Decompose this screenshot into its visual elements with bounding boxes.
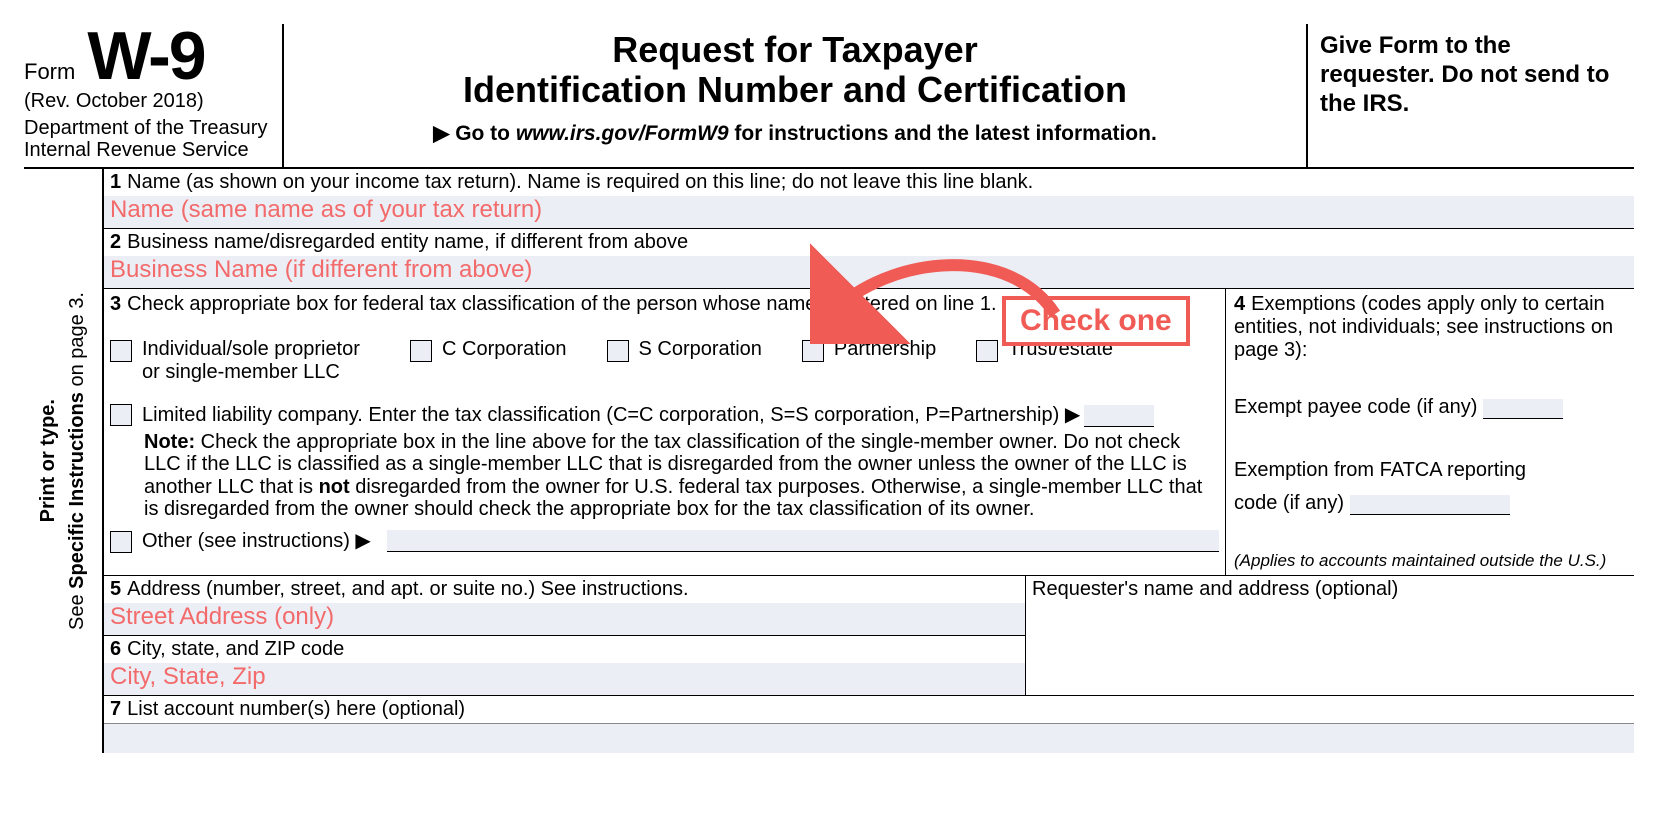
goto-suffix: for instructions and the latest informat… bbox=[729, 122, 1157, 145]
checkbox-scorp[interactable] bbox=[607, 340, 629, 362]
checkbox-llc-wrap[interactable]: Limited liability company. Enter the tax… bbox=[110, 402, 1219, 427]
line6-input[interactable]: City, State, Zip bbox=[104, 663, 1025, 695]
address-left: 5 Address (number, street, and apt. or su… bbox=[104, 576, 1026, 695]
section-4: 4Exemptions (codes apply only to certain… bbox=[1226, 289, 1634, 575]
checkbox-scorp-label: S Corporation bbox=[639, 338, 762, 361]
line2-num: 2 bbox=[110, 231, 121, 253]
applies-note: (Applies to accounts maintained outside … bbox=[1234, 551, 1628, 571]
title-line1: Request for Taxpayer bbox=[294, 30, 1296, 70]
exempt-payee-label: Exempt payee code (if any) bbox=[1234, 396, 1477, 418]
line1-num: 1 bbox=[110, 171, 121, 193]
header-left: Form W-9 (Rev. October 2018) Department … bbox=[24, 24, 284, 167]
line6-num: 6 bbox=[110, 638, 121, 660]
address-section: 5 Address (number, street, and apt. or su… bbox=[104, 576, 1634, 696]
form-word: Form bbox=[24, 59, 75, 85]
requester-box[interactable]: Requester's name and address (optional) bbox=[1026, 576, 1634, 695]
department: Department of the Treasury Internal Reve… bbox=[24, 117, 282, 161]
checkbox-scorp-wrap[interactable]: S Corporation bbox=[607, 338, 762, 384]
llc-classification-input[interactable] bbox=[1084, 405, 1154, 427]
line5-num: 5 bbox=[110, 578, 121, 600]
checkbox-other-label: Other (see instructions) ▶ bbox=[142, 528, 371, 553]
fatca-input[interactable] bbox=[1350, 495, 1510, 515]
fatca-label2: code (if any) bbox=[1234, 492, 1344, 514]
checkbox-ccorp-label: C Corporation bbox=[442, 338, 567, 361]
header-mid: Request for Taxpayer Identification Numb… bbox=[284, 24, 1308, 167]
revision: (Rev. October 2018) bbox=[24, 90, 282, 113]
line6-label: City, state, and ZIP code bbox=[127, 638, 344, 660]
side-print-type: Print or type. bbox=[37, 399, 60, 522]
line1-label: Name (as shown on your income tax return… bbox=[127, 171, 1033, 193]
line3-num: 3 bbox=[110, 293, 121, 315]
line2-label: Business name/disregarded entity name, i… bbox=[127, 231, 688, 253]
checkbox-ccorp-wrap[interactable]: C Corporation bbox=[410, 338, 567, 384]
checkbox-individual[interactable] bbox=[110, 340, 132, 362]
title-line2: Identification Number and Certification bbox=[294, 70, 1296, 110]
checkbox-llc[interactable] bbox=[110, 404, 132, 426]
line7-label: List account number(s) here (optional) bbox=[127, 698, 465, 720]
fatca-label1: Exemption from FATCA reporting bbox=[1234, 459, 1526, 481]
checkbox-ccorp[interactable] bbox=[410, 340, 432, 362]
line4-num: 4 bbox=[1234, 293, 1245, 315]
line4-label: Exemptions (codes apply only to certain … bbox=[1234, 293, 1613, 361]
exempt-payee-input[interactable] bbox=[1483, 399, 1563, 419]
w9-form: Form W-9 (Rev. October 2018) Department … bbox=[24, 24, 1634, 753]
llc-note: Note: Check the appropriate box in the l… bbox=[110, 431, 1219, 521]
arrow-icon bbox=[810, 234, 1070, 344]
line1-input[interactable]: Name (same name as of your tax return) bbox=[104, 196, 1634, 229]
checkbox-llc-label: Limited liability company. Enter the tax… bbox=[142, 404, 1080, 426]
goto-url: www.irs.gov/FormW9 bbox=[516, 122, 729, 145]
note-not: not bbox=[319, 476, 350, 498]
checkbox-other-wrap[interactable]: Other (see instructions) ▶ bbox=[110, 528, 1219, 553]
line5-label: Address (number, street, and apt. or sui… bbox=[127, 578, 688, 600]
checkbox-other[interactable] bbox=[110, 531, 132, 553]
side-column: Print or type. See Specific Instructions… bbox=[24, 169, 102, 753]
line5-input[interactable]: Street Address (only) bbox=[104, 603, 1025, 636]
checkbox-partnership-wrap[interactable]: Partnership bbox=[802, 338, 936, 384]
line1-label-row: 1 Name (as shown on your income tax retur… bbox=[104, 169, 1634, 196]
header-row: Form W-9 (Rev. October 2018) Department … bbox=[24, 24, 1634, 169]
goto-prefix: ▶ Go to bbox=[433, 122, 516, 145]
form-code: W-9 bbox=[87, 28, 204, 86]
goto-line: ▶ Go to www.irs.gov/FormW9 for instructi… bbox=[294, 121, 1296, 146]
line7-num: 7 bbox=[110, 698, 121, 720]
note-bold: Note: bbox=[144, 431, 195, 453]
line7-row: 7 List account number(s) here (optional) bbox=[104, 696, 1634, 723]
checkbox-individual-wrap[interactable]: Individual/sole proprietor or single-mem… bbox=[110, 338, 370, 384]
header-right: Give Form to the requester. Do not send … bbox=[1308, 24, 1634, 167]
checkbox-individual-label: Individual/sole proprietor or single-mem… bbox=[142, 338, 370, 384]
other-input[interactable] bbox=[387, 530, 1219, 552]
line7-input[interactable] bbox=[104, 723, 1634, 753]
side-instructions: See Specific Instructions on page 3. bbox=[66, 292, 89, 630]
requester-label: Requester's name and address (optional) bbox=[1032, 578, 1398, 600]
